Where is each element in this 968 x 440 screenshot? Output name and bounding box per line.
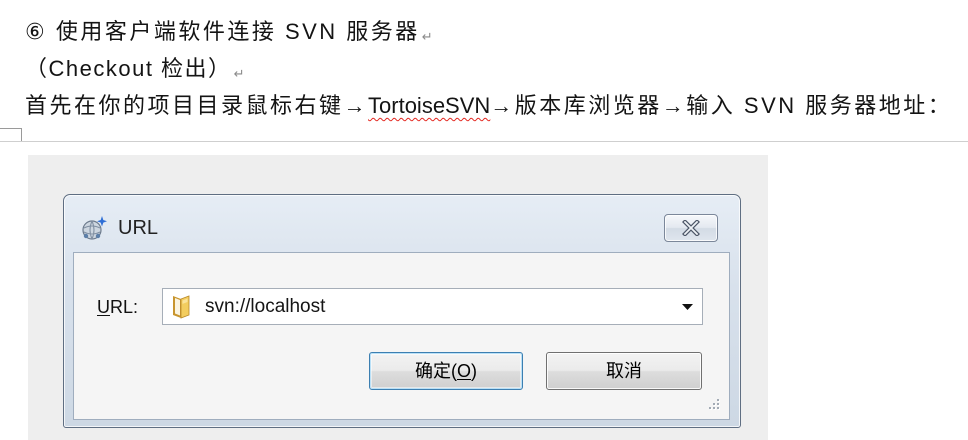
dropdown-button[interactable] (672, 289, 702, 324)
heading-line: ⑥ 使用客户端软件连接 SVN 服务器 ↵ (25, 18, 433, 46)
document-body: ⑥ 使用客户端软件连接 SVN 服务器 ↵ （Checkout 检出） ↵ 首先在你… (0, 0, 968, 152)
instruction-text-before: 首先在你的项目目录鼠标右键→ (25, 93, 369, 118)
dialog-client-area: URL: svn://localhost 确定(O) 取消 (73, 252, 730, 420)
paragraph-mark: ↵ (421, 30, 433, 45)
instruction-text-after: →版本库浏览器→输入 SVN 服务器地址： (490, 93, 953, 118)
folder-icon (170, 293, 192, 319)
close-icon (680, 220, 702, 236)
url-combobox[interactable]: svn://localhost (162, 288, 703, 325)
url-input[interactable]: svn://localhost (205, 289, 325, 324)
subheading-line: （Checkout 检出） ↵ (25, 55, 244, 83)
url-label: URL: (97, 297, 139, 317)
access-key-letter: O (456, 361, 471, 381)
instruction-line: 首先在你的项目目录鼠标右键→TortoiseSVN→版本库浏览器→输入 SVN … (25, 92, 952, 120)
page-divider (0, 141, 968, 142)
table-end-marker (0, 128, 22, 142)
close-button[interactable] (664, 214, 718, 242)
ok-button[interactable]: 确定(O) (369, 352, 523, 390)
repo-browser-icon (80, 214, 108, 242)
access-key-letter: U (97, 297, 110, 317)
cancel-button[interactable]: 取消 (546, 352, 702, 390)
chevron-down-icon (681, 303, 693, 310)
url-dialog: URL URL: svn://localhost 确定(O) 取消 (63, 194, 741, 428)
subheading-text: （Checkout 检出） (25, 56, 232, 81)
dialog-title: URL (118, 217, 159, 239)
heading-text: ⑥ 使用客户端软件连接 SVN 服务器 (25, 19, 420, 44)
dialog-title-bar[interactable]: URL (64, 195, 740, 251)
resize-grip-icon[interactable] (706, 396, 720, 410)
spellcheck-flagged-word: TortoiseSVN (368, 93, 491, 118)
paragraph-mark: ↵ (233, 67, 245, 82)
